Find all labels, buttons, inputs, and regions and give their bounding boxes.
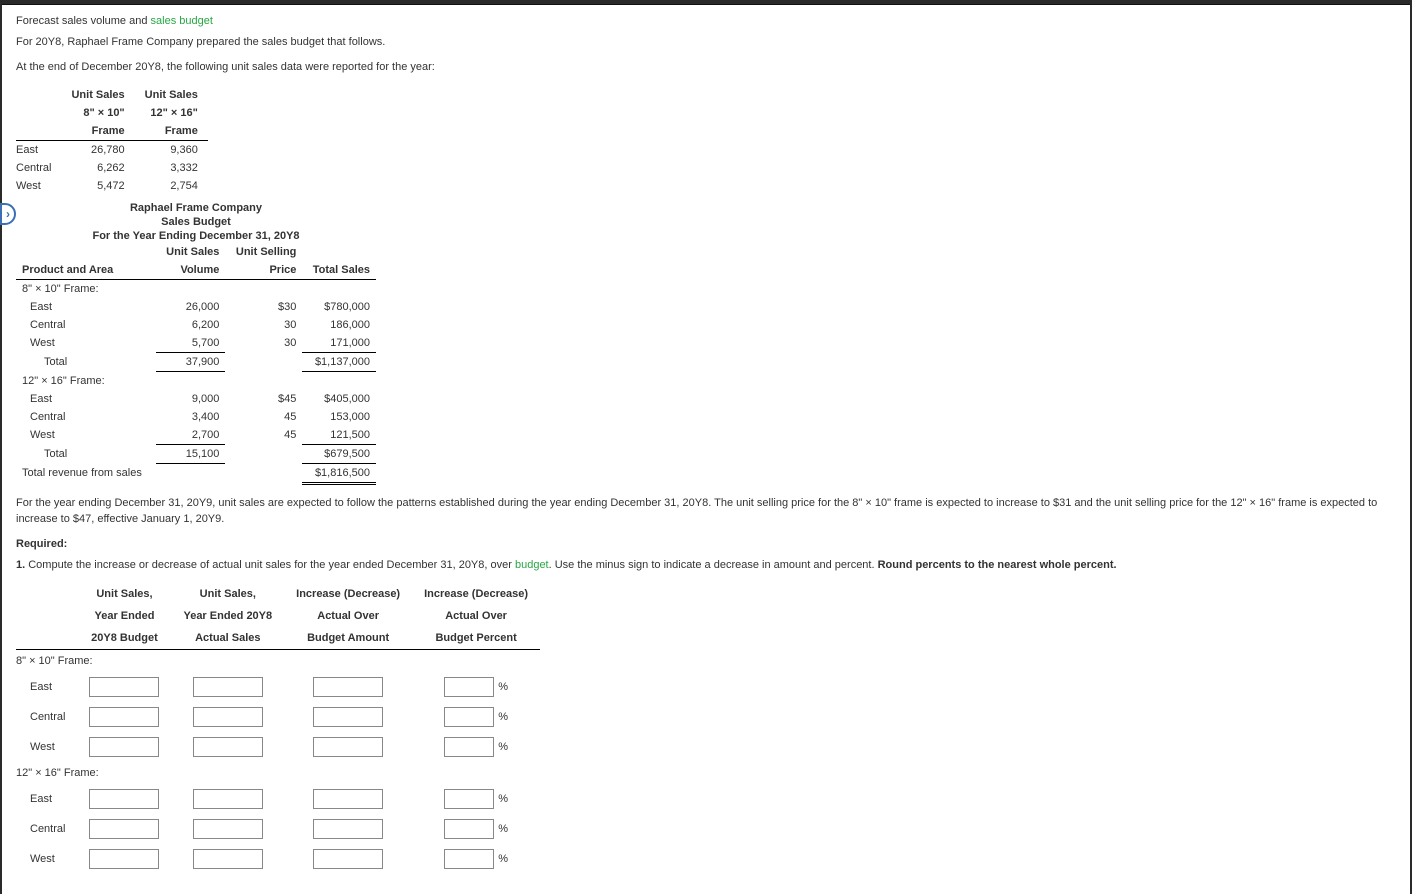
intro-p1: For 20Y8, Raphael Frame Company prepared… (16, 35, 1396, 50)
actual-input[interactable] (193, 677, 263, 697)
us-col2-l3: Frame (135, 122, 208, 141)
us-col1-l2: 8" × 10" (61, 104, 134, 122)
answer-row: Central % (16, 814, 540, 844)
percent-input[interactable] (444, 737, 494, 757)
table-row: East 26,780 9,360 (16, 140, 208, 159)
table-row: East 9,000 $45 $405,000 (16, 390, 376, 408)
us-col1-l1: Unit Sales (61, 86, 134, 104)
percent-input[interactable] (444, 677, 494, 697)
budget-input[interactable] (89, 849, 159, 869)
amount-input[interactable] (313, 707, 383, 727)
title-text: Forecast sales volume and (16, 15, 151, 27)
table-row: Central 3,400 45 153,000 (16, 408, 376, 426)
answer-row: West % (16, 844, 540, 874)
intro-block: For 20Y8, Raphael Frame Company prepared… (16, 35, 1396, 76)
expand-arrow-icon[interactable]: › (0, 203, 16, 225)
table-row: Central 6,262 3,332 (16, 159, 208, 177)
budget-table: Product and Area Unit Sales Unit Selling… (16, 243, 376, 485)
answer-row: East % (16, 672, 540, 702)
requirement-1: 1. Compute the increase or decrease of a… (16, 558, 1396, 573)
budget-input[interactable] (89, 737, 159, 757)
percent-input[interactable] (444, 789, 494, 809)
budget-input[interactable] (89, 819, 159, 839)
table-row: West 5,472 2,754 (16, 177, 208, 195)
us-col2-l1: Unit Sales (135, 86, 208, 104)
required-label: Required: (16, 538, 1396, 550)
percent-input[interactable] (444, 707, 494, 727)
document-page: › Forecast sales volume and sales budget… (2, 4, 1410, 894)
us-col2-l2: 12" × 16" (135, 104, 208, 122)
unit-sales-table: Unit Sales Unit Sales 8" × 10" 12" × 16"… (16, 86, 208, 195)
budget-section: Raphael Frame Company Sales Budget For t… (16, 201, 1396, 485)
actual-input[interactable] (193, 849, 263, 869)
amount-input[interactable] (313, 677, 383, 697)
percent-input[interactable] (444, 819, 494, 839)
budget-input[interactable] (89, 677, 159, 697)
us-col1-l3: Frame (61, 122, 134, 141)
percent-input[interactable] (444, 849, 494, 869)
budget-input[interactable] (89, 789, 159, 809)
narrative: For the year ending December 31, 20Y9, u… (16, 495, 1396, 528)
table-row: Total 15,100 $679,500 (16, 444, 376, 463)
amount-input[interactable] (313, 737, 383, 757)
answer-row: West % (16, 732, 540, 762)
table-row: Total 37,900 $1,137,000 (16, 352, 376, 371)
actual-input[interactable] (193, 819, 263, 839)
table-row: East 26,000 $30 $780,000 (16, 298, 376, 316)
actual-input[interactable] (193, 707, 263, 727)
table-row: Central 6,200 30 186,000 (16, 316, 376, 334)
amount-input[interactable] (313, 789, 383, 809)
table-row: Total revenue from sales $1,816,500 (16, 463, 376, 483)
answer-row: East % (16, 784, 540, 814)
table-row: West 5,700 30 171,000 (16, 334, 376, 353)
title-green: sales budget (151, 15, 213, 27)
budget-input[interactable] (89, 707, 159, 727)
amount-input[interactable] (313, 849, 383, 869)
answer-table: Unit Sales, Unit Sales, Increase (Decrea… (16, 583, 540, 874)
answer-row: Central % (16, 702, 540, 732)
page-title: Forecast sales volume and sales budget (16, 15, 1396, 27)
intro-p2: At the end of December 20Y8, the followi… (16, 60, 1396, 75)
actual-input[interactable] (193, 737, 263, 757)
amount-input[interactable] (313, 819, 383, 839)
table-row: West 2,700 45 121,500 (16, 426, 376, 445)
actual-input[interactable] (193, 789, 263, 809)
budget-heading: Raphael Frame Company Sales Budget For t… (16, 201, 376, 243)
